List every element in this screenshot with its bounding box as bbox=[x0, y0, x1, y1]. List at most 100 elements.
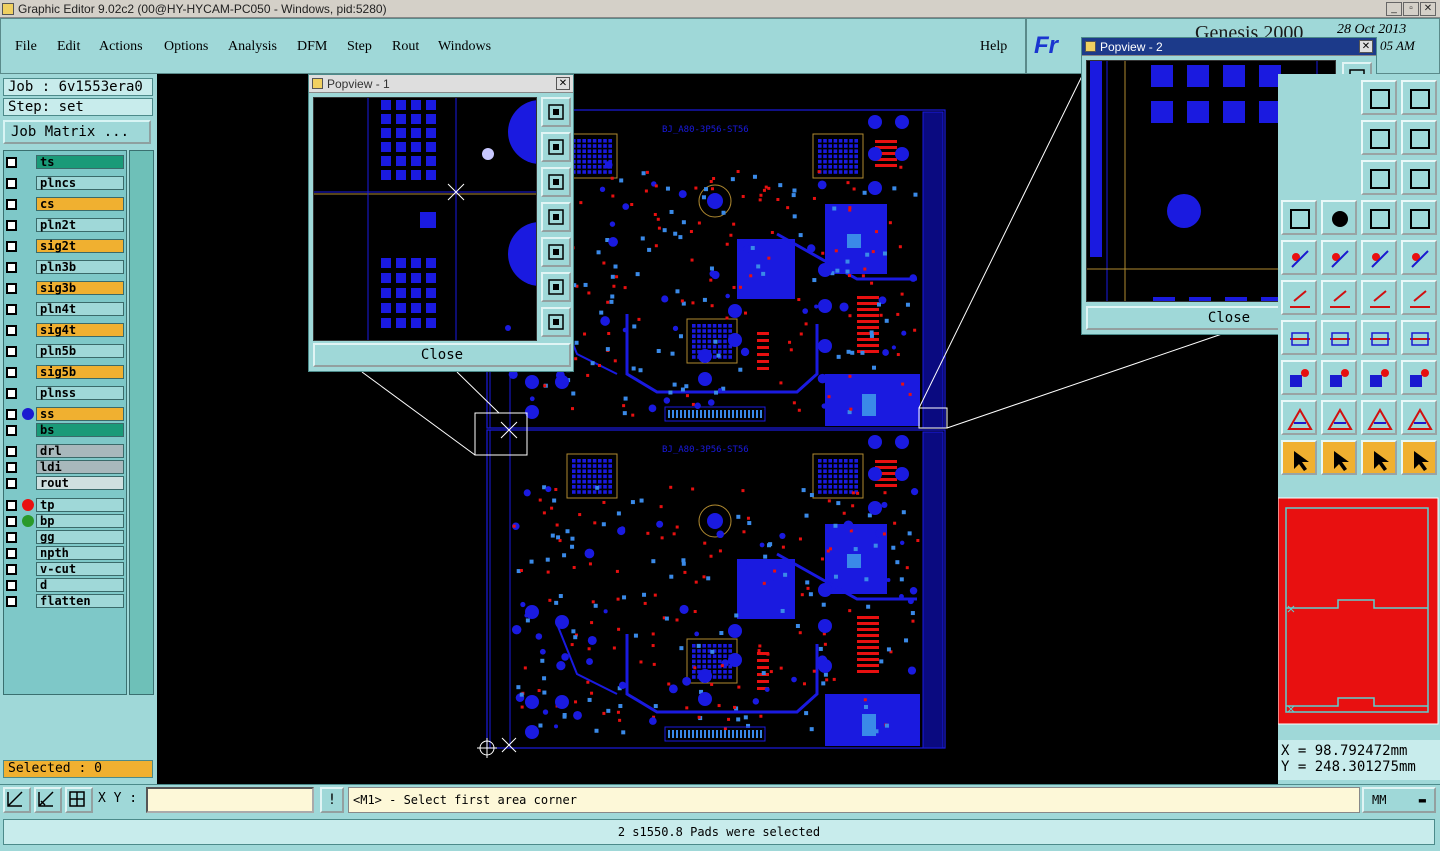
menu-dfm[interactable]: DFM bbox=[297, 39, 327, 55]
layer-row-cs[interactable]: cs bbox=[4, 197, 124, 211]
tool-q-icon[interactable] bbox=[1401, 240, 1437, 275]
layer-row-sig2t[interactable]: sig2t bbox=[4, 239, 124, 253]
tool-g-icon[interactable] bbox=[1361, 120, 1397, 155]
measure-icon[interactable] bbox=[1361, 360, 1397, 395]
popview-1-title-bar[interactable]: Popview - 1 ✕ bbox=[309, 75, 573, 93]
pointer-icon[interactable] bbox=[1281, 440, 1317, 475]
layer-name[interactable]: gg bbox=[36, 530, 124, 544]
tool-c-icon[interactable] bbox=[1361, 80, 1397, 115]
layer-checkbox[interactable] bbox=[6, 220, 17, 231]
help-icon[interactable] bbox=[1401, 160, 1437, 195]
layer-row-ts[interactable]: ts bbox=[4, 155, 124, 169]
layer-checkbox[interactable] bbox=[6, 516, 17, 527]
zoom-out-icon[interactable] bbox=[541, 167, 571, 197]
layer-checkbox[interactable] bbox=[6, 304, 17, 315]
layer-row-tp[interactable]: tp bbox=[4, 498, 124, 512]
select-icon[interactable] bbox=[1321, 440, 1357, 475]
layer-name[interactable]: ldi bbox=[36, 460, 124, 474]
layer-name[interactable]: pln4t bbox=[36, 302, 124, 316]
layer-row-npth[interactable]: npth bbox=[4, 546, 124, 560]
units-select[interactable]: MM ▬ bbox=[1362, 787, 1436, 813]
layer-row-rout[interactable]: rout bbox=[4, 476, 124, 490]
layer-checkbox[interactable] bbox=[6, 446, 17, 457]
layer-checkbox[interactable] bbox=[6, 596, 17, 607]
layer-row-ldi[interactable]: ldi bbox=[4, 460, 124, 474]
layer-name[interactable]: cs bbox=[36, 197, 124, 211]
popview-1-close-button[interactable]: Close bbox=[313, 343, 571, 367]
layer-row-ss[interactable]: ss bbox=[4, 407, 124, 421]
layer-row-plncs[interactable]: plncs bbox=[4, 176, 124, 190]
close-window-button[interactable]: ✕ bbox=[1420, 2, 1436, 16]
layer-name[interactable]: npth bbox=[36, 546, 124, 560]
pad-icon[interactable] bbox=[1321, 240, 1357, 275]
tool-w-icon[interactable] bbox=[1321, 320, 1357, 355]
tool-u-icon[interactable] bbox=[1401, 280, 1437, 315]
layer-name[interactable]: sig5b bbox=[36, 365, 124, 379]
layer-name[interactable]: sig2t bbox=[36, 239, 124, 253]
menu-rout[interactable]: Rout bbox=[392, 39, 419, 55]
layer-name[interactable]: drl bbox=[36, 444, 124, 458]
layer-row-sig4t[interactable]: sig4t bbox=[4, 323, 124, 337]
layer-checkbox[interactable] bbox=[6, 548, 17, 559]
layer-name[interactable]: bp bbox=[36, 514, 124, 528]
tool-t-icon[interactable] bbox=[1361, 280, 1397, 315]
layer-name[interactable]: sig3b bbox=[36, 281, 124, 295]
layer-name[interactable]: flatten bbox=[36, 594, 124, 608]
ruler-icon[interactable] bbox=[1281, 240, 1317, 275]
layer-checkbox[interactable] bbox=[6, 262, 17, 273]
layer-checkbox[interactable] bbox=[6, 283, 17, 294]
overview-map[interactable] bbox=[1277, 494, 1440, 734]
execute-button[interactable]: ! bbox=[320, 787, 344, 813]
layer-row-pln2t[interactable]: pln2t bbox=[4, 218, 124, 232]
tool-z-icon[interactable] bbox=[1281, 360, 1317, 395]
menu-help[interactable]: Help bbox=[980, 39, 1007, 55]
layer-name[interactable]: pln2t bbox=[36, 218, 124, 232]
popview-2-close-icon[interactable]: ✕ bbox=[1359, 40, 1373, 53]
layer-row-bs[interactable]: bs bbox=[4, 423, 124, 437]
tool-r-icon[interactable] bbox=[1281, 280, 1317, 315]
layer-checkbox[interactable] bbox=[6, 564, 17, 575]
layer-row-gg[interactable]: gg bbox=[4, 530, 124, 544]
snap-mode-icon[interactable] bbox=[3, 787, 31, 813]
layer-name[interactable]: pln5b bbox=[36, 344, 124, 358]
layer-checkbox[interactable] bbox=[6, 425, 17, 436]
tool-d-icon[interactable] bbox=[1401, 80, 1437, 115]
layer-name[interactable]: v-cut bbox=[36, 562, 124, 576]
tool-m-icon[interactable] bbox=[1321, 200, 1357, 235]
layer-name[interactable]: rout bbox=[36, 476, 124, 490]
layer-checkbox[interactable] bbox=[6, 367, 17, 378]
layer-checkbox[interactable] bbox=[6, 325, 17, 336]
tool-k-icon[interactable] bbox=[1361, 160, 1397, 195]
minimize-button[interactable]: _ bbox=[1386, 2, 1402, 16]
layer-row-bp[interactable]: bp bbox=[4, 514, 124, 528]
tool-p-icon[interactable] bbox=[1361, 240, 1397, 275]
grid-mode-icon[interactable] bbox=[65, 787, 93, 813]
layer-checkbox[interactable] bbox=[6, 532, 17, 543]
layer-name[interactable]: ss bbox=[36, 407, 124, 421]
zoom-in-icon[interactable] bbox=[541, 132, 571, 162]
tool-y-icon[interactable] bbox=[1401, 320, 1437, 355]
layer-checkbox[interactable] bbox=[6, 409, 17, 420]
triangle-icon[interactable] bbox=[1281, 400, 1317, 435]
layer-checkbox[interactable] bbox=[6, 580, 17, 591]
layer-name[interactable]: plnss bbox=[36, 386, 124, 400]
measure-mode-icon[interactable] bbox=[34, 787, 62, 813]
tool-s-icon[interactable] bbox=[1321, 280, 1357, 315]
menu-actions[interactable]: Actions bbox=[99, 39, 143, 55]
layer-row-plnss[interactable]: plnss bbox=[4, 386, 124, 400]
shapes-icon[interactable] bbox=[1401, 360, 1437, 395]
tool-h-icon[interactable] bbox=[1401, 120, 1437, 155]
layer-checkbox[interactable] bbox=[6, 157, 17, 168]
menu-windows[interactable]: Windows bbox=[438, 39, 491, 55]
pan-right-icon[interactable] bbox=[541, 237, 571, 267]
popview-1-close-icon[interactable]: ✕ bbox=[556, 77, 570, 90]
layer-name[interactable]: sig4t bbox=[36, 323, 124, 337]
xy-input[interactable] bbox=[146, 787, 314, 813]
layer-checkbox[interactable] bbox=[6, 178, 17, 189]
job-matrix-button[interactable]: Job Matrix ... bbox=[3, 120, 151, 144]
layer-row-pln3b[interactable]: pln3b bbox=[4, 260, 124, 274]
layer-checkbox[interactable] bbox=[6, 462, 17, 473]
layer-row-pln5b[interactable]: pln5b bbox=[4, 344, 124, 358]
line-icon[interactable] bbox=[1321, 360, 1357, 395]
layer-name[interactable]: ts bbox=[36, 155, 124, 169]
